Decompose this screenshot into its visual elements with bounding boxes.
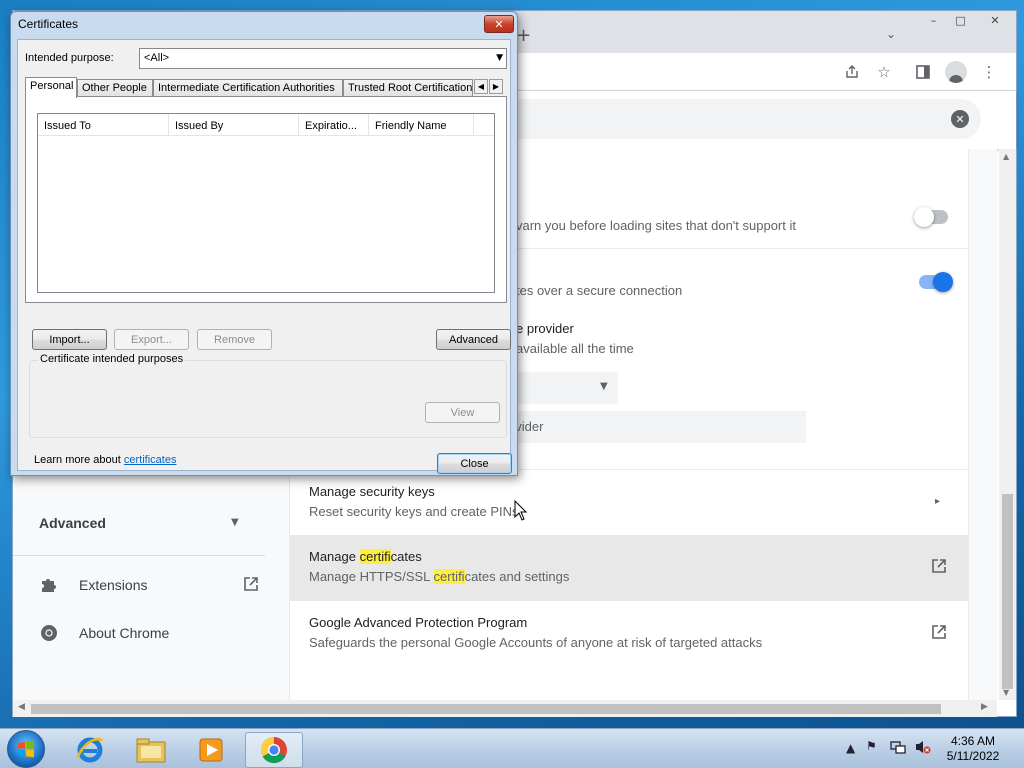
intended-purpose-label: Intended purpose: [25,52,114,64]
tab-scroll-right-icon[interactable]: ▶ [489,79,503,94]
tab-other-people[interactable]: Other People [77,79,153,97]
tab-intermediate-ca[interactable]: Intermediate Certification Authorities [153,79,343,97]
nav-item-label: Extensions [79,577,148,593]
manage-certificates-description: Manage HTTPS/SSL certificates and settin… [309,569,570,584]
custom-provider-input[interactable]: ovider [506,411,806,443]
dialog-titlebar[interactable]: Certificates ✕ [11,12,517,36]
share-icon[interactable] [841,62,863,82]
chevron-down-icon: ▼ [496,53,503,63]
view-button[interactable]: View [425,402,500,423]
certificate-list[interactable]: Issued To Issued By Expiratio... Friendl… [37,113,495,293]
remove-button[interactable]: Remove [197,329,272,350]
scroll-right-icon[interactable]: ▶ [981,702,988,712]
side-panel-icon[interactable] [912,62,934,82]
advanced-protection-description: Safeguards the personal Google Accounts … [309,635,763,650]
nav-advanced[interactable]: Advanced [39,515,249,531]
certificates-dialog: Certificates ✕ Intended purpose: <All> ▼… [10,11,518,476]
scroll-thumb[interactable] [31,704,941,714]
certificate-tabs: Personal Other People Intermediate Certi… [25,77,507,98]
profile-icon[interactable] [945,61,967,83]
chevron-down-icon[interactable]: ▼ [231,517,239,528]
import-button[interactable]: Import... [32,329,107,350]
column-expiration[interactable]: Expiratio... [299,114,369,136]
chrome-logo-icon [39,623,59,643]
windows-start-icon[interactable] [7,730,45,768]
manage-certificates-title: Manage certificates [309,549,422,564]
media-player-icon[interactable] [182,732,240,768]
security-keys-description: Reset security keys and create PINs [309,504,519,519]
scroll-left-icon[interactable]: ◀ [18,702,25,712]
manage-certificates-row[interactable]: Manage certificates Manage HTTPS/SSL cer… [290,535,968,601]
scroll-thumb[interactable] [1002,494,1013,689]
list-header: Issued To Issued By Expiratio... Friendl… [38,114,494,136]
secure-dns-description: tes over a secure connection [516,283,683,298]
tab-scroll-left-icon[interactable]: ◀ [474,79,488,94]
scroll-up-icon[interactable]: ▲ [1003,152,1009,161]
dns-provider-description: available all the time [516,341,634,356]
nav-item-about-chrome[interactable]: About Chrome [39,618,259,648]
close-button[interactable]: Close [437,453,512,474]
export-button[interactable]: Export... [114,329,189,350]
scroll-down-icon[interactable]: ▼ [1003,688,1009,697]
volume-muted-icon[interactable] [914,739,932,758]
learn-more-text: Learn more about certificates [34,454,177,466]
puzzle-icon [39,575,59,595]
clock-time: 4:36 AM [950,734,996,748]
nav-divider [13,555,265,556]
window-controls: – □ ✕ [920,11,1016,31]
taskbar: ▲ ⚑ 4:36 AM 5/11/2022 [0,728,1024,768]
open-in-new-icon [243,576,259,597]
chevron-right-icon: ▸ [935,496,941,507]
intended-purposes-group [29,360,507,438]
column-issued-to[interactable]: Issued To [38,114,169,136]
advanced-protection-title: Google Advanced Protection Program [309,615,528,630]
tab-panel-personal: Issued To Issued By Expiratio... Friendl… [25,96,507,303]
file-explorer-icon[interactable] [122,732,180,768]
tab-personal[interactable]: Personal [25,77,77,98]
close-icon[interactable]: ✕ [484,15,514,33]
open-in-new-icon [931,558,947,579]
column-issued-by[interactable]: Issued By [169,114,299,136]
mouse-cursor-icon [514,500,528,521]
nav-item-extensions[interactable]: Extensions [39,570,259,600]
vertical-scrollbar[interactable]: ▲ ▼ [999,149,1016,700]
star-icon[interactable]: ☆ [873,62,895,82]
open-in-new-icon [931,624,947,645]
column-friendly-name[interactable]: Friendly Name [369,114,474,136]
clear-icon[interactable]: ✕ [951,110,969,128]
advanced-protection-row[interactable]: Google Advanced Protection Program Safeg… [290,601,968,667]
manage-security-keys-row[interactable]: Manage security keys Reset security keys… [290,470,968,534]
intended-purposes-label: Certificate intended purposes [38,353,186,365]
dns-provider-title: e provider [516,321,574,336]
minimize-icon[interactable]: – [920,11,947,29]
intended-purpose-select[interactable]: <All> ▼ [139,48,507,69]
close-icon[interactable]: ✕ [974,11,1016,29]
chrome-icon[interactable] [245,732,303,768]
intended-purpose-value: <All> [144,52,170,64]
certificates-link[interactable]: certificates [124,454,177,466]
chevron-down-icon[interactable]: ⌄ [886,27,896,41]
plus-icon[interactable]: + [516,25,531,46]
advanced-button[interactable]: Advanced [436,329,511,350]
https-only-toggle[interactable] [914,207,948,227]
dialog-title: Certificates [18,17,79,31]
nav-item-label: About Chrome [79,625,170,641]
dialog-client-area: Intended purpose: <All> ▼ Personal Other… [17,39,512,474]
security-keys-title: Manage security keys [309,484,435,499]
show-hidden-icons-icon[interactable]: ▲ [846,741,855,755]
system-clock[interactable]: 4:36 AM 5/11/2022 [940,734,1006,764]
clock-date: 5/11/2022 [946,749,1000,763]
secure-dns-toggle[interactable] [919,272,953,292]
horizontal-scrollbar[interactable]: ◀ ▶ [13,700,997,717]
network-icon[interactable] [890,739,906,758]
menu-icon[interactable]: ⋮ [978,62,1000,82]
action-center-flag-icon[interactable]: ⚑ [866,739,877,753]
chevron-down-icon: ▼ [600,381,608,392]
maximize-icon[interactable]: □ [947,11,974,29]
internet-explorer-icon[interactable] [61,732,119,768]
tab-trusted-root-ca[interactable]: Trusted Root Certification Authorities [343,79,473,97]
https-warning-description: varn you before loading sites that don't… [516,218,796,233]
